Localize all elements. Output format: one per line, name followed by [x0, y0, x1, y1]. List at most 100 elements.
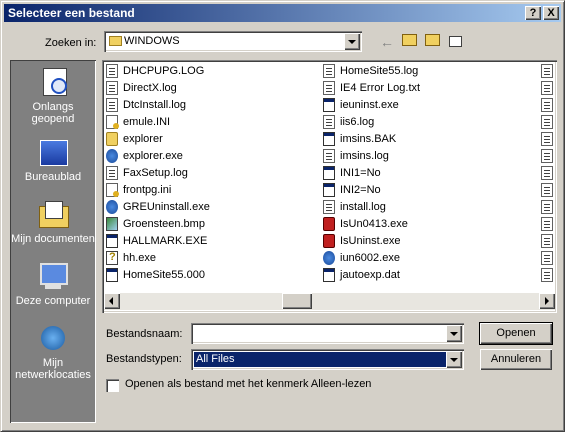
doc-file-icon: [106, 64, 118, 78]
folder-icon: [109, 36, 122, 46]
filetype-dropdown-button[interactable]: [446, 351, 462, 368]
doc-file-icon: [106, 98, 118, 112]
filetype-select[interactable]: All Files: [191, 349, 464, 370]
close-button[interactable]: X: [543, 6, 559, 20]
file-name: HomeSite55.log: [340, 65, 419, 77]
lookin-label: Zoeken in:: [45, 37, 97, 49]
file-name: jautoexp.dat: [340, 269, 400, 281]
doc-file-icon: [541, 251, 553, 265]
doc-file-icon: [541, 200, 553, 214]
doc-file-icon: [541, 217, 553, 231]
up-folder-icon[interactable]: [402, 34, 417, 46]
glob-file-icon: [323, 251, 335, 265]
file-name: HomeSite55.000: [123, 269, 205, 281]
desktop-icon: [37, 136, 69, 168]
filename-dropdown-button[interactable]: [446, 325, 462, 342]
file-name: INI1=No: [340, 167, 381, 179]
ini-file-icon: [106, 183, 119, 197]
file-name: HALLMARK.EXE: [123, 235, 208, 247]
doc-file-icon: [323, 149, 335, 163]
file-name: emule.INI: [123, 116, 171, 128]
horizontal-scrollbar[interactable]: [104, 293, 555, 310]
doc-file-icon: [323, 115, 335, 129]
file-name: imsins.log: [340, 150, 389, 162]
exe-file-icon: [106, 234, 118, 248]
recent-icon: [37, 66, 69, 98]
my-computer-icon: [37, 260, 69, 292]
file-name: explorer: [123, 133, 163, 145]
file-name: IsUninst.exe: [340, 235, 401, 247]
lookin-dropdown-button[interactable]: [344, 33, 360, 50]
doc-file-icon: [106, 81, 118, 95]
place-recent[interactable]: Onlangs geopend: [10, 66, 96, 125]
help-button[interactable]: ?: [525, 6, 541, 20]
file-name: hh.exe: [123, 252, 157, 264]
open-button[interactable]: Openen: [479, 322, 553, 345]
doc-file-icon: [541, 166, 553, 180]
doc-file-icon: [541, 183, 553, 197]
new-folder-icon[interactable]: [425, 34, 440, 46]
exe-file-icon: [106, 268, 118, 282]
exe-file-icon: [323, 183, 335, 197]
place-desktop[interactable]: Bureaublad: [10, 136, 96, 183]
file-name: imsins.BAK: [340, 133, 397, 145]
place-recent-label: Onlangs geopend: [31, 101, 75, 125]
file-name: FaxSetup.log: [123, 167, 188, 179]
place-computer[interactable]: Deze computer: [10, 260, 96, 307]
place-documents[interactable]: Mijn documenten: [10, 198, 96, 245]
back-icon[interactable]: ←: [380, 34, 394, 50]
readonly-checkbox[interactable]: [106, 379, 119, 392]
glob-file-icon: [106, 200, 118, 214]
place-documents-label: Mijn documenten: [11, 233, 95, 245]
scroll-thumb[interactable]: [282, 293, 312, 309]
file-list-third-column: [539, 63, 553, 291]
filetype-value: All Files: [194, 352, 446, 367]
doc-file-icon: [541, 132, 553, 146]
bmp-file-icon: [106, 217, 118, 231]
scroll-right-button[interactable]: [539, 293, 555, 309]
filename-input[interactable]: [191, 323, 464, 344]
doc-file-icon: [541, 234, 553, 248]
file-name: GREUninstall.exe: [123, 201, 210, 213]
file-name: IE4 Error Log.txt: [340, 82, 421, 94]
doc-file-icon: [541, 64, 553, 78]
scroll-left-button[interactable]: [104, 293, 120, 309]
exe-file-icon: [323, 166, 335, 180]
doc-file-icon: [323, 200, 335, 214]
network-places-icon: [37, 322, 69, 354]
file-name: install.log: [340, 201, 386, 213]
filename-label: Bestandsnaam:: [106, 328, 183, 340]
file-name: DirectX.log: [123, 82, 177, 94]
doc-file-icon: [323, 81, 335, 95]
glob-file-icon: [106, 149, 118, 163]
lookin-combo[interactable]: WINDOWS: [104, 31, 362, 52]
file-name: IsUn0413.exe: [340, 218, 408, 230]
filetype-label: Bestandstypen:: [106, 353, 182, 365]
doc-file-icon: [323, 64, 335, 78]
file-name: Groensteen.bmp: [123, 218, 205, 230]
my-documents-icon: [37, 198, 69, 230]
exe-file-icon: [323, 132, 335, 146]
lookin-value: WINDOWS: [124, 35, 180, 47]
view-menu-icon[interactable]: [449, 36, 462, 47]
inst-file-icon: [323, 234, 335, 248]
title-bar[interactable]: Selecteer een bestand ? X: [4, 4, 561, 22]
fold-file-icon: [106, 132, 118, 146]
exe-file-icon: [323, 98, 335, 112]
place-desktop-label: Bureaublad: [24, 171, 82, 183]
place-network[interactable]: Mijn netwerklocaties: [10, 322, 96, 381]
file-name: frontpg.ini: [123, 184, 172, 196]
file-name: DHCPUPG.LOG: [123, 65, 205, 77]
doc-file-icon: [541, 268, 553, 282]
window-title: Selecteer een bestand: [8, 6, 135, 20]
place-computer-label: Deze computer: [15, 295, 91, 307]
readonly-label[interactable]: Openen als bestand met het kenmerk Allee…: [125, 378, 371, 390]
exe-file-icon: [323, 268, 335, 282]
doc-file-icon: [541, 149, 553, 163]
file-list[interactable]: DHCPUPG.LOG DirectX.log DtcInstall.log emul…: [102, 60, 557, 313]
doc-file-icon: [541, 115, 553, 129]
doc-file-icon: [541, 98, 553, 112]
file-name: DtcInstall.log: [123, 99, 186, 111]
cancel-button[interactable]: Annuleren: [480, 349, 552, 370]
doc-file-icon: [106, 166, 118, 180]
